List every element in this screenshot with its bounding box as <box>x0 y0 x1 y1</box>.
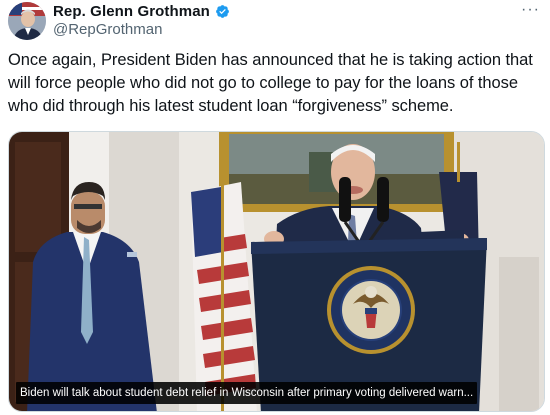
tweet-media-image[interactable] <box>8 131 545 412</box>
avatar-image <box>8 2 46 40</box>
presidential-seal-icon <box>327 266 415 354</box>
media-caption: Biden will talk about student debt relie… <box>16 382 478 404</box>
tweet-card: Rep. Glenn Grothman @RepGrothman ··· Onc… <box>0 0 550 415</box>
author-display-name[interactable]: Rep. Glenn Grothman <box>53 3 210 20</box>
press-conference-photo <box>9 132 544 411</box>
author-handle[interactable]: @RepGrothman <box>53 21 162 38</box>
tweet-text: Once again, President Biden has announce… <box>8 51 533 115</box>
more-options-icon[interactable]: ··· <box>521 1 540 19</box>
verified-badge-icon <box>215 4 230 19</box>
author-name-row: Rep. Glenn Grothman <box>53 3 230 20</box>
profile-avatar[interactable] <box>8 2 46 40</box>
